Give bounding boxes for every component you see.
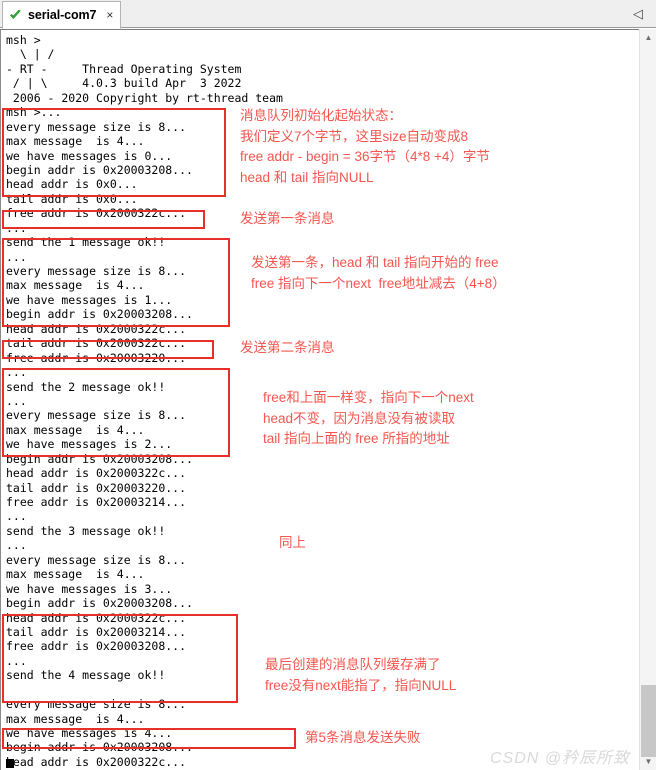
- terminal-line: send the 4 message ok!!: [6, 668, 166, 683]
- terminal-line: tail addr is 0x0...: [6, 191, 138, 206]
- terminal-line: head addr is 0x2000322c...: [6, 321, 187, 336]
- terminal-line: we have messages is 1...: [6, 292, 173, 307]
- terminal-line: every message size is 8...: [6, 697, 187, 712]
- terminal-line: free addr is 0x20003214...: [6, 495, 187, 509]
- terminal-line: 2006 - 2020 Copyright by rt-thread team: [6, 90, 283, 105]
- terminal-line: send the 1 message ok!!: [6, 235, 166, 250]
- terminal-line: ...: [6, 538, 27, 553]
- terminal-line: head addr is 0x2000322c...: [6, 466, 187, 481]
- annotation-send-second: 发送第二条消息: [240, 340, 335, 355]
- terminal-line: send the 2 message ok!!: [6, 379, 166, 394]
- terminal-line: head addr is 0x2000322c...: [6, 754, 187, 769]
- annotation-send-first: 发送第一条消息: [240, 211, 335, 226]
- terminal-line: tail addr is 0x20003214...: [6, 624, 187, 639]
- chevron-left-icon[interactable]: ◁: [631, 6, 645, 22]
- terminal-line: max message is 4...: [6, 567, 145, 582]
- check-icon: [9, 9, 22, 22]
- terminal-line: begin addr is 0x20003208...: [6, 307, 193, 322]
- terminal-line: begin addr is 0x20003208...: [6, 451, 193, 466]
- scroll-down-arrow-icon[interactable]: ▼: [640, 753, 656, 770]
- annotation-same-as-above: 同上: [279, 535, 306, 550]
- terminal-line: head addr is 0x2000322c...: [6, 610, 187, 625]
- terminal-line: every message size is 8...: [6, 408, 187, 423]
- terminal-line: we have messages is 3...: [6, 581, 173, 596]
- terminal-line: ...: [6, 249, 27, 264]
- terminal-cursor: [6, 759, 14, 768]
- serial-terminal-window: serial-com7 × ◁ msh > \ | / - RT - Thread…: [0, 0, 656, 770]
- terminal-line: msh >: [6, 33, 41, 47]
- terminal-line: we have messages is 2...: [6, 437, 173, 452]
- annotation-init-state: 消息队列初始化起始状态： 我们定义7个字节，这里size自动变成8 free a…: [240, 108, 490, 185]
- csdn-watermark: CSDN @矜辰所致: [490, 750, 631, 767]
- tab-label: serial-com7: [28, 8, 97, 22]
- vertical-scrollbar[interactable]: ▲ ▼: [639, 29, 656, 770]
- scroll-up-arrow-icon[interactable]: ▲: [640, 29, 656, 46]
- terminal-line: ...: [6, 653, 27, 668]
- terminal-line: - RT - Thread Operating System: [6, 61, 242, 76]
- close-icon[interactable]: ×: [106, 9, 113, 21]
- terminal-line: ...: [6, 393, 27, 408]
- terminal-line: max message is 4...: [6, 278, 145, 293]
- terminal-line: every message size is 8...: [6, 264, 187, 278]
- terminal-line: send the 3 message ok!!: [6, 523, 166, 538]
- tab-strip: serial-com7 × ◁: [0, 0, 656, 29]
- terminal-line: every message size is 8...: [6, 552, 187, 567]
- terminal-line: ...: [6, 509, 27, 524]
- terminal-line: tail addr is 0x20003220...: [6, 480, 187, 495]
- terminal-line: / | \ 4.0.3 build Apr 3 2022: [6, 76, 242, 91]
- annotation-fifth-failed: 第5条消息发送失败: [305, 730, 421, 745]
- terminal-line: we have messages is 4...: [6, 726, 173, 740]
- annotation-after-second: free和上面一样变，指向下一个next head不变，因为消息没有被读取 ta…: [263, 390, 474, 446]
- terminal-line: begin addr is 0x20003208...: [6, 596, 193, 611]
- terminal-line: ...: [6, 365, 27, 380]
- tab-serial-com7[interactable]: serial-com7 ×: [2, 1, 122, 29]
- terminal-line: \ | /: [6, 47, 55, 62]
- annotation-after-first: 发送第一条，head 和 tail 指向开始的 free free 指向下一个n…: [251, 255, 506, 291]
- annotation-buffer-full: 最后创建的消息队列缓存满了 free没有next能指了，指向NULL: [265, 657, 457, 693]
- terminal-line: free addr is 0x20003208...: [6, 639, 187, 654]
- terminal-area: msh > \ | / - RT - Thread Operating Syste…: [0, 29, 656, 770]
- scrollbar-thumb[interactable]: [641, 685, 656, 757]
- terminal-line: max message is 4...: [6, 711, 145, 726]
- terminal-line: max message is 4...: [6, 422, 145, 437]
- terminal-line: begin addr is 0x20003208...: [6, 740, 193, 755]
